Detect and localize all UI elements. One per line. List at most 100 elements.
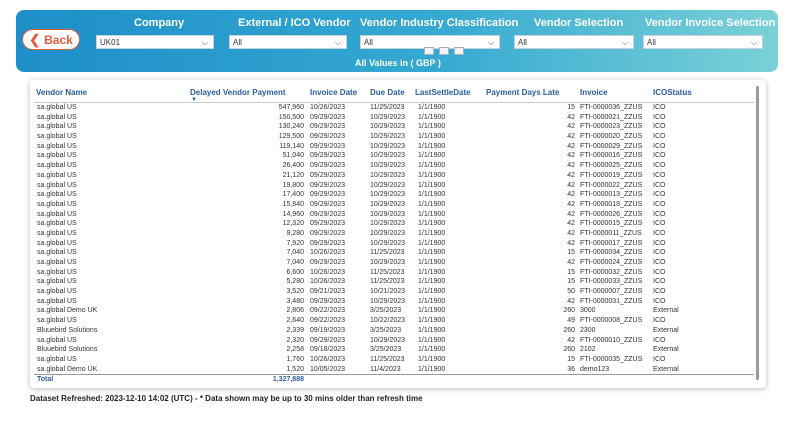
cell-invoice: FTI-0000035_ZZUS	[580, 355, 643, 363]
table-row[interactable]: sa.global Demo UK 2,806 09/22/2023 3/25/202…	[34, 306, 754, 316]
vendor-type-filter-select[interactable]: All ⌵	[229, 35, 347, 49]
table-row[interactable]: Bluuebird Solutions 2,258 09/18/2023 3/25/2…	[34, 345, 754, 355]
cell-last-settle-date: 1/1/1900	[418, 191, 446, 199]
table-row[interactable]: sa.global US 51,040 09/29/2023 10/29/2023 1/…	[34, 151, 754, 161]
cell-ico-status: ICO	[653, 239, 666, 247]
cell-invoice-date: 10/05/2023	[310, 365, 346, 373]
cell-last-settle-date: 1/1/1900	[418, 355, 446, 363]
cell-ico-status: External	[653, 307, 679, 315]
table-header-row: Vendor Name Delayed Vendor Payment ▼ Inv…	[34, 83, 754, 103]
vendor-invoice-filter-select[interactable]: All ⌵	[643, 35, 763, 49]
table-row[interactable]: sa.global US 150,500 09/29/2023 10/29/2023 1…	[34, 113, 754, 123]
table-row[interactable]: sa.global US 15,840 09/29/2023 10/29/2023 1/…	[34, 200, 754, 210]
table-row[interactable]: sa.global US 9,280 09/29/2023 10/29/2023 1/1…	[34, 229, 754, 239]
table-row[interactable]: sa.global US 129,500 09/29/2023 10/29/2023 1…	[34, 132, 754, 142]
column-header-last-settle-date[interactable]: LastSettleDate	[415, 88, 471, 97]
table-row[interactable]: sa.global US 19,800 09/29/2023 10/29/2023 1/…	[34, 181, 754, 191]
column-header-payment-days-late[interactable]: Payment Days Late	[486, 88, 559, 97]
column-header-invoice[interactable]: Invoice	[580, 88, 608, 97]
cell-payment-days-late: 42	[567, 191, 575, 199]
back-button-label: Back	[44, 32, 73, 47]
cell-payment-days-late: 42	[567, 133, 575, 141]
table-row[interactable]: sa.global US 7,040 10/26/2023 11/25/2023 1/1…	[34, 248, 754, 258]
currency-subtitle: All Values in ( GBP )	[355, 58, 441, 68]
cell-invoice: FTI-0000033_ZZUS	[580, 278, 643, 286]
cell-last-settle-date: 1/1/1900	[418, 104, 446, 111]
table-row[interactable]: sa.global US 547,960 10/26/2023 11/25/2023 1…	[34, 103, 754, 113]
cell-ico-status: ICO	[653, 229, 666, 237]
cell-delayed-payment: 3,520	[286, 288, 304, 296]
cell-vendor-name: Bluuebird Solutions	[37, 326, 98, 334]
cell-last-settle-date: 1/1/1900	[418, 113, 446, 121]
column-header-delayed-payment[interactable]: Delayed Vendor Payment	[190, 88, 286, 97]
cell-payment-days-late: 42	[567, 200, 575, 208]
cell-payment-days-late: 260	[563, 326, 575, 334]
cell-invoice-date: 09/29/2023	[310, 191, 346, 199]
cell-due-date: 10/29/2023	[370, 162, 406, 170]
cell-due-date: 10/29/2023	[370, 336, 406, 344]
cell-vendor-name: sa.global Demo UK	[37, 307, 98, 315]
cell-delayed-payment: 130,240	[278, 123, 304, 131]
cell-invoice-date: 09/19/2023	[310, 326, 346, 334]
company-filter-select[interactable]: UK01 ⌵	[96, 35, 214, 49]
table-row[interactable]: sa.global US 7,920 09/29/2023 10/29/2023 1/1…	[34, 239, 754, 249]
cell-ico-status: ICO	[653, 268, 666, 276]
cell-last-settle-date: 1/1/1900	[418, 326, 446, 334]
cell-invoice: FTI-0000024_ZZUS	[580, 259, 643, 266]
cell-payment-days-late: 42	[567, 259, 575, 266]
cell-payment-days-late: 42	[567, 162, 575, 170]
cell-invoice: 2102	[580, 346, 596, 354]
more-options-icon[interactable]	[454, 47, 464, 55]
vendor-selection-filter-select[interactable]: All ⌵	[514, 35, 634, 49]
cell-ico-status: External	[653, 365, 679, 373]
cell-due-date: 10/29/2023	[370, 210, 406, 218]
cell-due-date: 10/29/2023	[370, 152, 406, 160]
cell-vendor-name: sa.global US	[37, 220, 77, 228]
cell-invoice: FTI-0000013_ZZUS	[580, 191, 643, 199]
column-header-ico-status[interactable]: ICOStatus	[653, 88, 692, 97]
cell-last-settle-date: 1/1/1900	[418, 210, 446, 218]
chevron-left-icon: ❮	[29, 32, 41, 47]
column-header-invoice-date[interactable]: Invoice Date	[310, 88, 357, 97]
cell-vendor-name: sa.global US	[37, 336, 77, 344]
cell-ico-status: ICO	[653, 336, 666, 344]
table-row[interactable]: sa.global US 3,480 09/29/2023 10/29/2023 1/1…	[34, 297, 754, 307]
cell-last-settle-date: 1/1/1900	[418, 365, 446, 373]
table-row[interactable]: sa.global US 130,240 09/29/2023 10/29/2023 1…	[34, 122, 754, 132]
cell-delayed-payment: 17,400	[282, 191, 304, 199]
table-row[interactable]: sa.global US 26,400 09/29/2023 10/29/2023 1/…	[34, 161, 754, 171]
table-row[interactable]: sa.global US 7,040 09/29/2023 10/29/2023 1/1…	[34, 258, 754, 268]
table-row[interactable]: sa.global US 17,400 09/29/2023 10/29/2023 1/…	[34, 190, 754, 200]
focus-mode-icon[interactable]	[439, 47, 449, 55]
cell-invoice-date: 10/26/2023	[310, 104, 346, 111]
cell-last-settle-date: 1/1/1900	[418, 171, 446, 179]
table-panel: Vendor Name Delayed Vendor Payment ▼ Inv…	[30, 80, 766, 388]
cell-payment-days-late: 42	[567, 229, 575, 237]
table-row[interactable]: sa.global US 21,120 09/29/2023 10/29/2023 1/…	[34, 171, 754, 181]
table-row[interactable]: sa.global US 2,320 09/29/2023 10/29/2023 1/1…	[34, 336, 754, 346]
table-row[interactable]: sa.global US 14,960 09/29/2023 10/29/2023 1/…	[34, 210, 754, 220]
cell-delayed-payment: 6,600	[286, 268, 304, 276]
filter-icon[interactable]	[424, 47, 434, 55]
column-header-due-date[interactable]: Due Date	[370, 88, 405, 97]
table-row[interactable]: Bluuebird Solutions 2,339 09/19/2023 3/25/2…	[34, 326, 754, 336]
cell-ico-status: ICO	[653, 259, 666, 266]
cell-delayed-payment: 2,640	[286, 317, 304, 325]
table-row[interactable]: sa.global US 2,640 09/22/2023 10/22/2023 1/1…	[34, 316, 754, 326]
cell-payment-days-late: 15	[567, 268, 575, 276]
table-row[interactable]: sa.global US 6,600 10/26/2023 11/25/2023 1/1…	[34, 268, 754, 278]
back-button[interactable]: ❮ Back	[22, 29, 80, 50]
cell-due-date: 10/29/2023	[370, 200, 406, 208]
table-row[interactable]: sa.global US 1,760 10/26/2023 11/25/2023 1/1…	[34, 355, 754, 365]
column-header-vendor-name[interactable]: Vendor Name	[36, 88, 87, 97]
table-row[interactable]: sa.global US 5,280 10/26/2023 11/25/2023 1/1…	[34, 277, 754, 287]
table-row[interactable]: sa.global US 119,140 09/29/2023 10/29/2023 1…	[34, 142, 754, 152]
table-scrollbar[interactable]	[756, 86, 759, 380]
cell-last-settle-date: 1/1/1900	[418, 346, 446, 354]
table-row[interactable]: sa.global Demo UK 1,520 10/05/2023 11/4/202…	[34, 365, 754, 375]
cell-vendor-name: sa.global Demo UK	[37, 365, 98, 373]
table-row[interactable]: sa.global US 12,320 09/29/2023 10/29/2023 1/…	[34, 219, 754, 229]
cell-payment-days-late: 260	[563, 346, 575, 354]
table-row[interactable]: sa.global US 3,520 09/21/2023 10/21/2023 1/1…	[34, 287, 754, 297]
cell-vendor-name: sa.global US	[37, 317, 77, 325]
